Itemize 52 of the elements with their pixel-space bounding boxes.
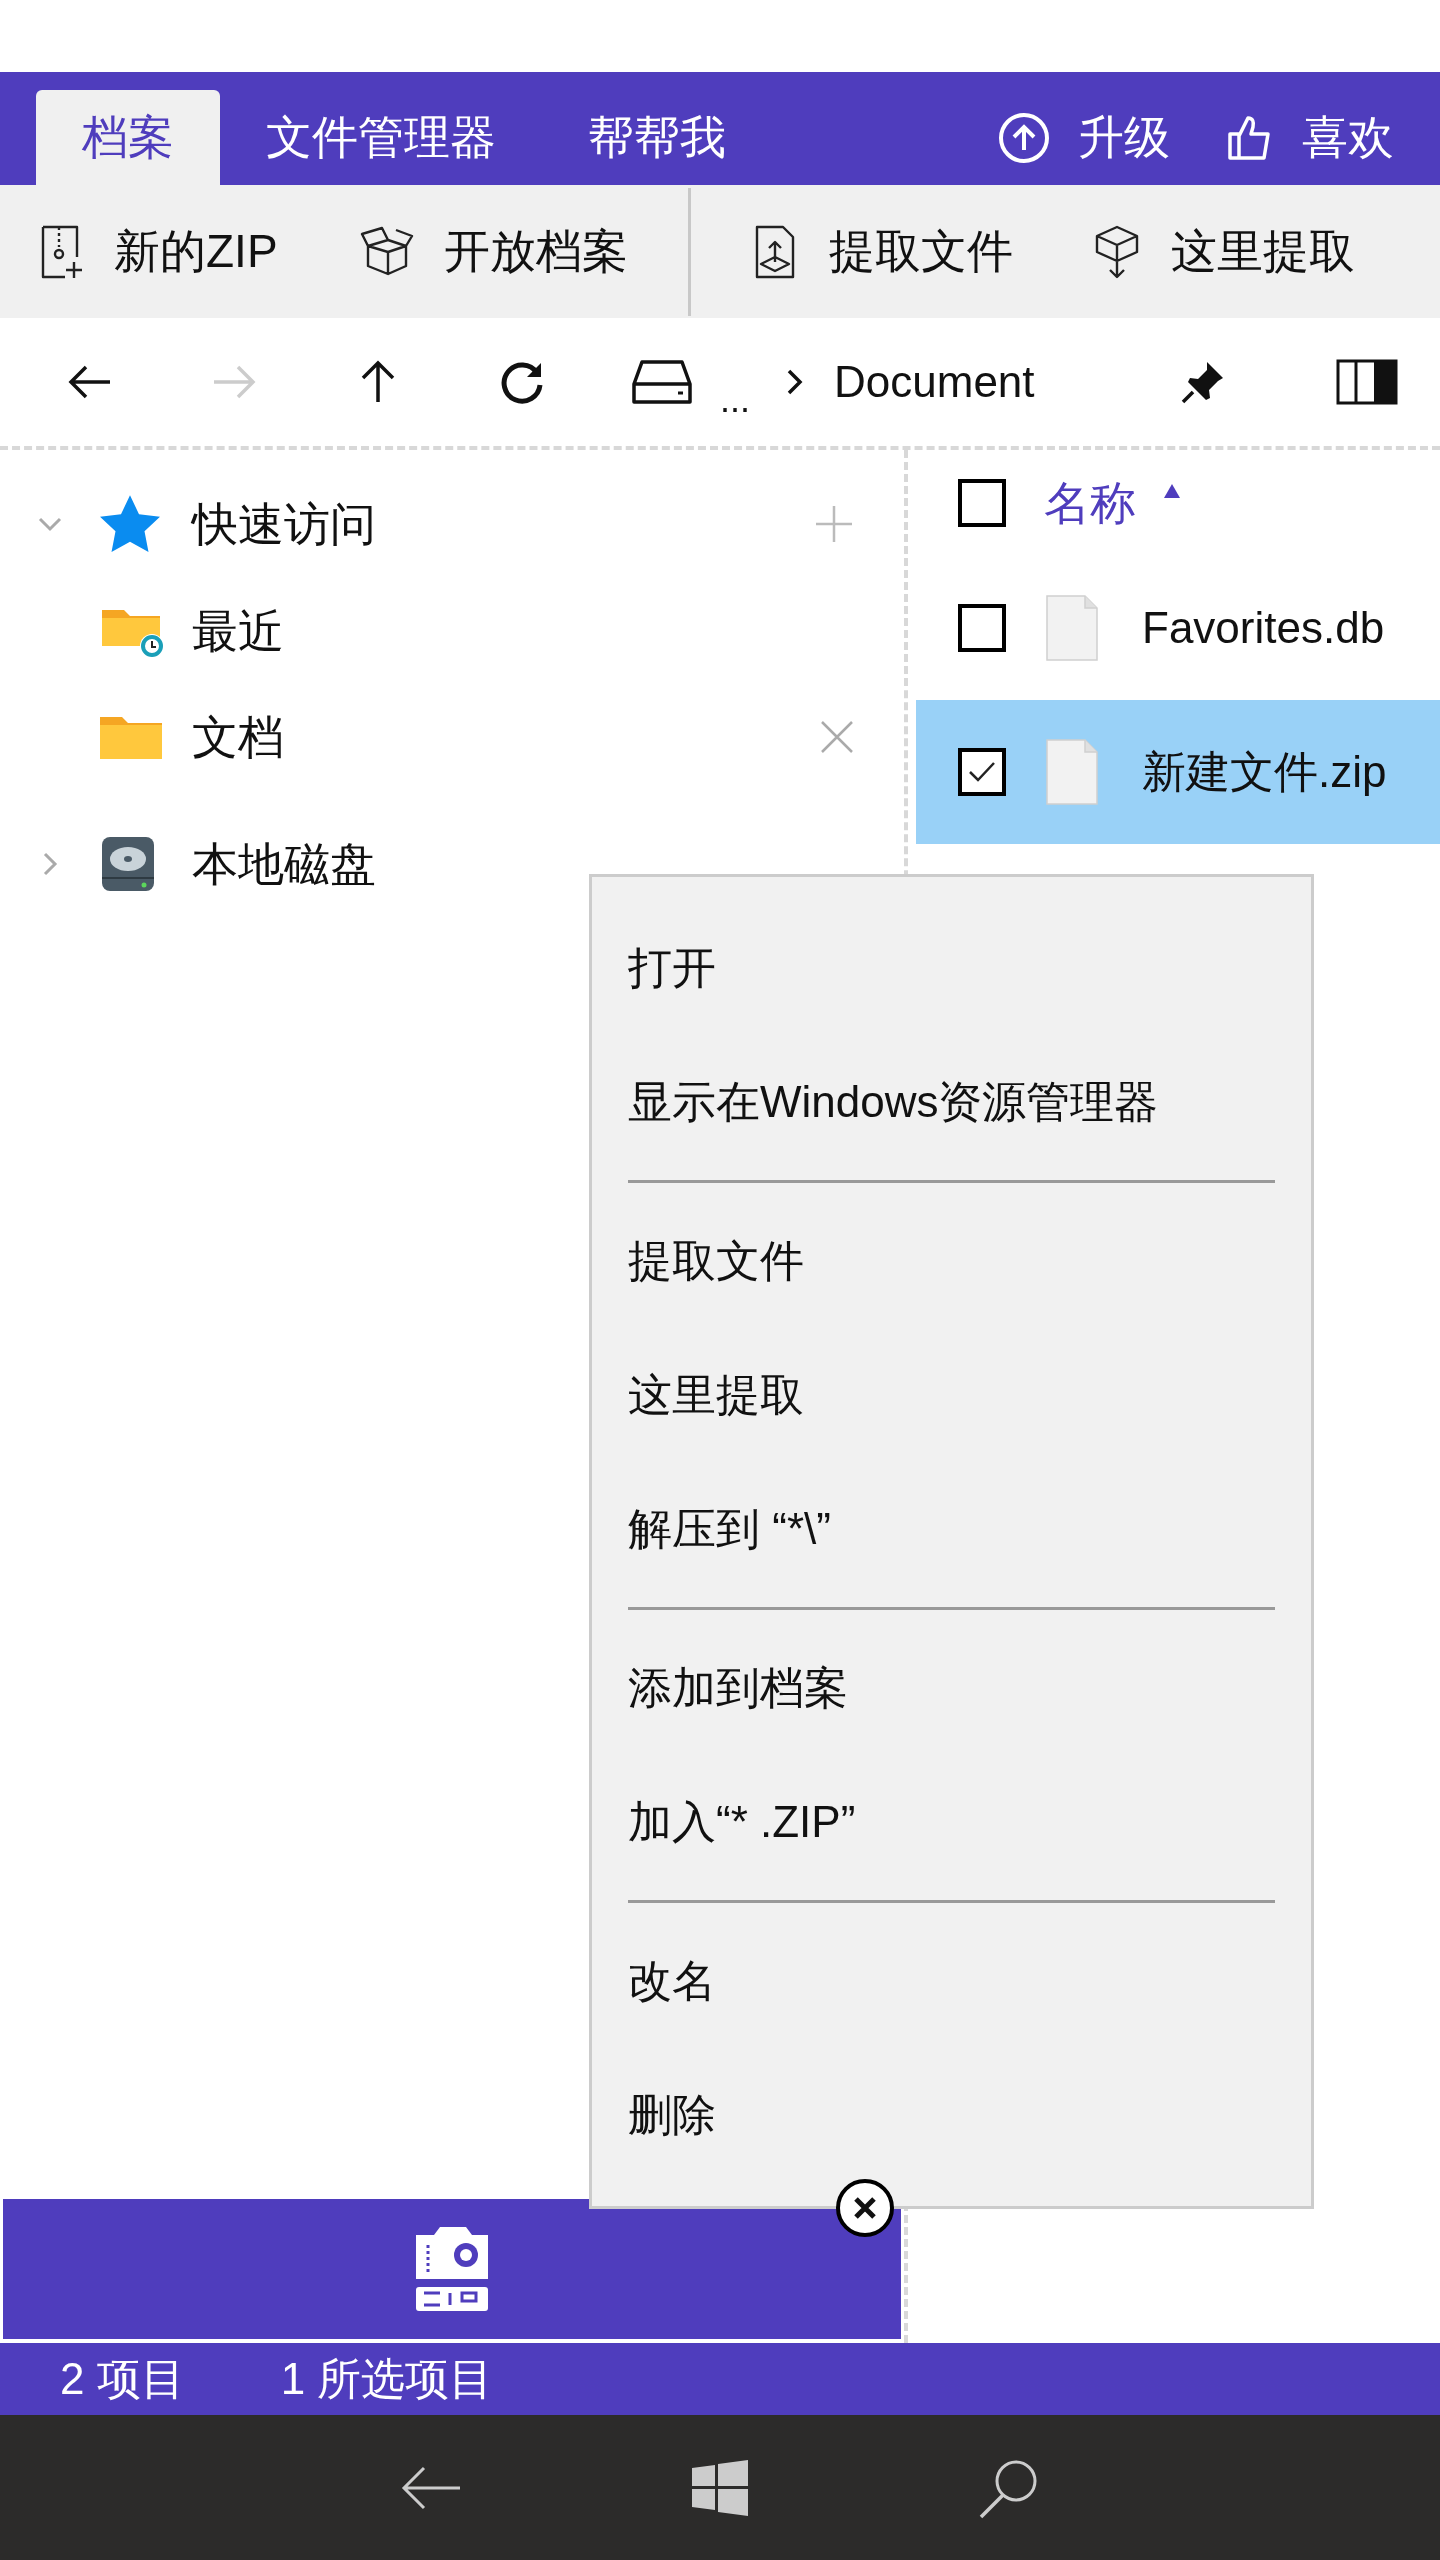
- panel-toggle-icon[interactable]: [1336, 359, 1398, 405]
- file-icon: [1046, 595, 1098, 661]
- arrow-up-circle-icon: [998, 111, 1050, 164]
- tab[interactable]: 档案: [36, 90, 220, 185]
- zip-file-icon: [40, 223, 84, 280]
- toolbar-button[interactable]: 新的ZIP: [0, 196, 318, 307]
- checkbox[interactable]: [958, 604, 1006, 652]
- arrow-up-icon: [360, 360, 396, 404]
- tree-item[interactable]: 文档: [192, 702, 820, 772]
- menu-item[interactable]: 解压到 “*\”: [628, 1462, 1275, 1596]
- breadcrumb-ellipsis[interactable]: ...: [720, 373, 750, 427]
- menu-item[interactable]: 添加到档案: [628, 1621, 1275, 1755]
- arrow-left-icon: [68, 364, 112, 400]
- status-text: 2 项目: [60, 2353, 185, 2405]
- upgrade-button[interactable]: 升级: [952, 90, 1180, 185]
- tree-item[interactable]: 本地磁盘: [192, 829, 854, 899]
- checkbox[interactable]: [958, 748, 1006, 796]
- menu-item[interactable]: 提取文件: [628, 1194, 1275, 1328]
- hard-drive-icon: [100, 835, 156, 893]
- tree-item[interactable]: 快速访问: [192, 489, 814, 559]
- ad-banner[interactable]: [3, 2199, 901, 2339]
- chevron-right-icon: [786, 368, 804, 396]
- menu-item[interactable]: 打开: [628, 901, 1275, 1035]
- file-name: 新建文件.zip: [1142, 746, 1387, 798]
- toolbar-button[interactable]: 这里提取: [1052, 196, 1395, 307]
- back-icon[interactable]: [400, 2464, 462, 2511]
- status-text: 1 所选项目: [280, 2353, 494, 2405]
- drive-icon[interactable]: [632, 359, 692, 405]
- menu-item[interactable]: 改名: [628, 1914, 1275, 2048]
- menu-item[interactable]: 显示在Windows资源管理器: [628, 1035, 1275, 1169]
- tab[interactable]: 文件管理器: [220, 90, 542, 185]
- toolbar-button[interactable]: 开放档案: [317, 196, 668, 307]
- windows-logo-icon[interactable]: [692, 2459, 748, 2516]
- tab[interactable]: 帮帮我: [542, 90, 772, 185]
- menu-item[interactable]: 加入“* .ZIP”: [628, 1755, 1275, 1889]
- file-icon: [1046, 739, 1098, 805]
- file-row[interactable]: 新建文件.zip: [916, 700, 1440, 844]
- arrow-right-icon: [212, 364, 256, 400]
- breadcrumb-item[interactable]: Document: [834, 349, 1035, 415]
- checkmark-icon: [967, 760, 997, 784]
- toolbar-button[interactable]: 提取文件: [710, 196, 1053, 307]
- column-header[interactable]: 名称: [1044, 468, 1136, 538]
- close-icon: [852, 2195, 878, 2221]
- menu-item[interactable]: 这里提取: [628, 1328, 1275, 1462]
- file-name: Favorites.db: [1142, 602, 1385, 654]
- tree-item[interactable]: 最近: [192, 596, 854, 666]
- checkbox[interactable]: [958, 479, 1006, 527]
- star-icon: [100, 495, 160, 553]
- pin-icon[interactable]: [1180, 359, 1226, 405]
- menu-item[interactable]: 删除: [628, 2048, 1275, 2182]
- like-button[interactable]: 喜欢: [1180, 90, 1404, 185]
- file-row[interactable]: Favorites.db: [916, 556, 1440, 700]
